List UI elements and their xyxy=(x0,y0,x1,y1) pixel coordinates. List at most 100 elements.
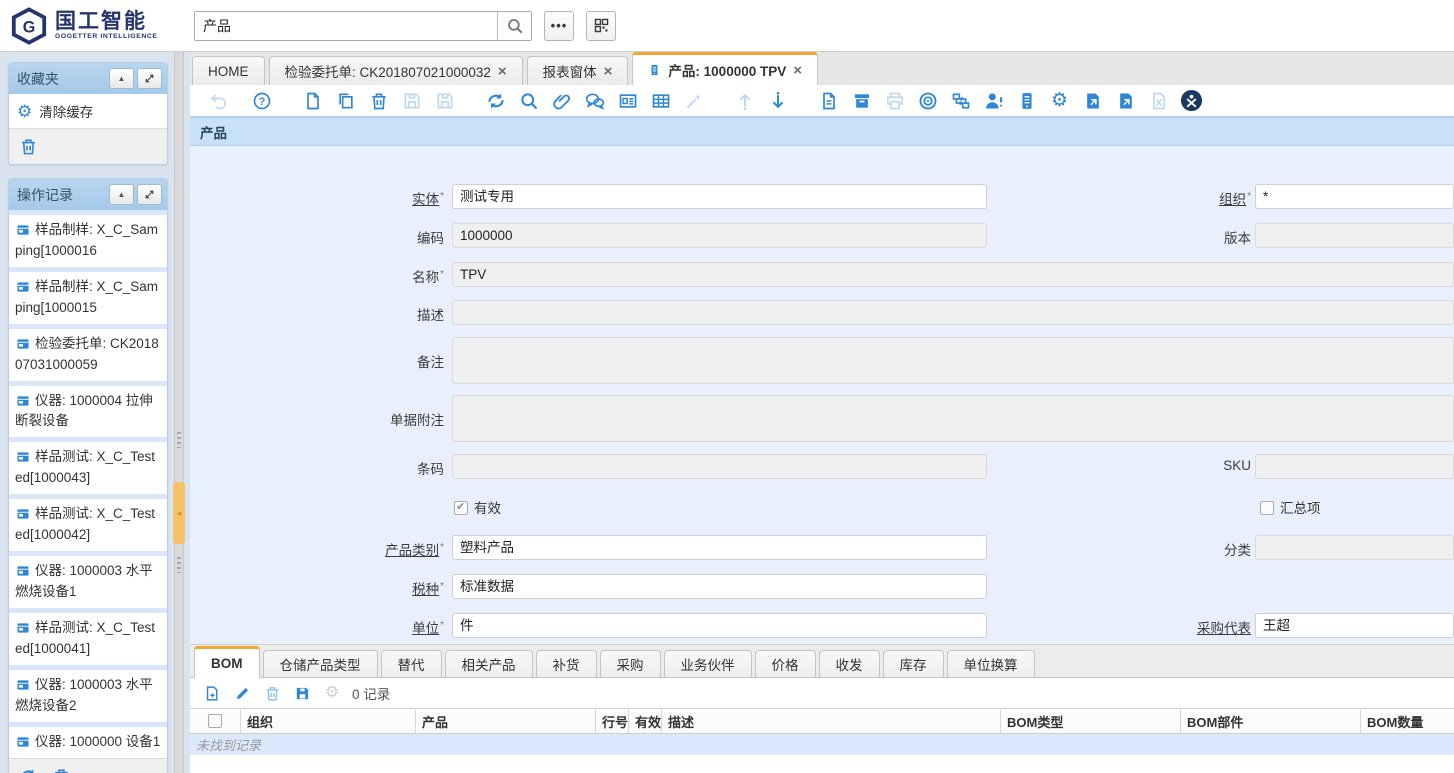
close-icon[interactable]: × xyxy=(793,63,802,78)
trash-icon[interactable] xyxy=(52,767,71,773)
refresh-button[interactable] xyxy=(479,87,512,115)
help-button[interactable] xyxy=(245,87,278,115)
column-header-active[interactable]: 有效 xyxy=(628,709,661,733)
column-header-bom-qty[interactable]: BOM数量 xyxy=(1360,709,1454,733)
more-button[interactable]: ••• xyxy=(544,11,574,41)
workflow-button[interactable] xyxy=(944,87,977,115)
detail-settings-button[interactable]: ⚙ xyxy=(320,681,344,705)
trash-icon[interactable] xyxy=(19,137,38,156)
detail-edit-button[interactable] xyxy=(230,681,254,705)
tab-inspection-order[interactable]: 检验委托单: CK201807021000032× xyxy=(269,56,523,85)
entity-label[interactable]: 实体 xyxy=(412,192,439,207)
history-item[interactable]: 仪器: 1000000 设备1 xyxy=(9,722,167,758)
record-access-button[interactable] xyxy=(911,87,944,115)
settings-button[interactable]: ⚙ xyxy=(1043,87,1076,115)
history-item[interactable]: 样品测试: X_C_Tested[1000042] xyxy=(9,494,167,551)
splitter-bar[interactable] xyxy=(174,52,184,773)
purchase-rep-label[interactable]: 采购代表 xyxy=(1197,621,1251,636)
logout-button[interactable] xyxy=(1175,87,1208,115)
tab-purchasing[interactable]: 采购 xyxy=(600,650,661,677)
tab-substitute[interactable]: 替代 xyxy=(381,650,442,677)
user-contact-button[interactable] xyxy=(977,87,1010,115)
chat-button[interactable] xyxy=(578,87,611,115)
close-icon[interactable]: × xyxy=(604,64,613,79)
clear-cache-item[interactable]: ⚙ 清除缓存 xyxy=(9,94,167,128)
import-file-button[interactable] xyxy=(1109,87,1142,115)
uom-field[interactable]: 件 xyxy=(452,613,987,638)
close-icon[interactable]: × xyxy=(498,64,507,79)
tax-field[interactable]: 标准数据 xyxy=(452,574,987,599)
detail-new-button[interactable] xyxy=(200,681,224,705)
category-field[interactable]: 塑料产品 xyxy=(452,535,987,560)
history-item[interactable]: 样品测试: X_C_Tested[1000041] xyxy=(9,608,167,665)
uom-label[interactable]: 单位 xyxy=(412,621,439,636)
export-file-button[interactable] xyxy=(1076,87,1109,115)
attachment-button[interactable] xyxy=(545,87,578,115)
column-header-product[interactable]: 产品 xyxy=(415,709,595,733)
detail-delete-button[interactable] xyxy=(260,681,284,705)
history-collapse-button[interactable]: ▲ xyxy=(109,184,134,205)
tax-label[interactable]: 税种 xyxy=(412,582,439,597)
history-item[interactable]: 检验委托单: CK201807031000059 xyxy=(9,324,167,381)
find-button[interactable] xyxy=(512,87,545,115)
column-header-description[interactable]: 描述 xyxy=(661,709,1000,733)
history-item[interactable]: 样品制样: X_C_Samping[1000015 xyxy=(9,267,167,324)
history-item[interactable]: 样品测试: X_C_Tested[1000043] xyxy=(9,437,167,494)
excel-export-button[interactable] xyxy=(1142,87,1175,115)
print-button[interactable] xyxy=(878,87,911,115)
purchase-rep-field[interactable]: 王超 xyxy=(1255,613,1454,638)
tab-price[interactable]: 价格 xyxy=(755,650,816,677)
category-label[interactable]: 产品类别 xyxy=(385,543,439,558)
tab-bom[interactable]: BOM xyxy=(194,646,260,678)
favorites-collapse-button[interactable]: ▲ xyxy=(109,68,134,89)
search-input[interactable] xyxy=(195,12,497,40)
archive-button[interactable] xyxy=(845,87,878,115)
detail-save-button[interactable] xyxy=(290,681,314,705)
file-import-icon xyxy=(1116,91,1136,111)
tab-related-product[interactable]: 相关产品 xyxy=(445,650,533,677)
save-button[interactable] xyxy=(395,87,428,115)
org-field[interactable]: * xyxy=(1255,184,1454,209)
column-header-line[interactable]: 行号 xyxy=(595,709,628,733)
column-header-org[interactable]: 组织 xyxy=(240,709,415,733)
delete-record-button[interactable] xyxy=(362,87,395,115)
history-item[interactable]: 仪器: 1000003 水平燃烧设备2 xyxy=(9,665,167,722)
tab-home[interactable]: HOME xyxy=(192,56,265,85)
history-item[interactable]: 仪器: 1000004 拉伸断裂设备 xyxy=(9,381,167,438)
favorites-expand-button[interactable] xyxy=(137,68,162,89)
org-label[interactable]: 组织 xyxy=(1219,192,1246,207)
save-create-button[interactable] xyxy=(428,87,461,115)
process-button[interactable] xyxy=(677,87,710,115)
card-view-button[interactable] xyxy=(611,87,644,115)
entity-field[interactable]: 测试专用 xyxy=(452,184,987,209)
new-record-button[interactable] xyxy=(296,87,329,115)
detail-record-button[interactable] xyxy=(761,87,794,115)
tab-report-window[interactable]: 报表窗体× xyxy=(527,56,629,85)
tab-replenish[interactable]: 补货 xyxy=(536,650,597,677)
history-item[interactable]: 样品制样: X_C_Samping[1000016 xyxy=(9,210,167,267)
splitter-collapse-handle[interactable]: ◂ xyxy=(173,482,185,544)
qr-grid-button[interactable] xyxy=(586,11,616,41)
tab-business-partner[interactable]: 业务伙伴 xyxy=(664,650,752,677)
refresh-icon[interactable] xyxy=(19,767,38,773)
active-checkbox[interactable] xyxy=(454,501,468,515)
undo-button[interactable] xyxy=(202,87,235,115)
tab-receipt-issue[interactable]: 收发 xyxy=(819,650,880,677)
target-icon xyxy=(918,91,938,111)
column-header-bom-part[interactable]: BOM部件 xyxy=(1180,709,1360,733)
device-button[interactable] xyxy=(1010,87,1043,115)
tab-warehouse-product-type[interactable]: 仓储产品类型 xyxy=(263,650,378,677)
summary-checkbox[interactable] xyxy=(1260,501,1274,515)
copy-record-button[interactable] xyxy=(329,87,362,115)
column-header-bom-type[interactable]: BOM类型 xyxy=(1000,709,1180,733)
pdf-export-button[interactable] xyxy=(812,87,845,115)
grid-view-button[interactable] xyxy=(644,87,677,115)
tab-inventory[interactable]: 库存 xyxy=(883,650,944,677)
tab-product[interactable]: 产品: 1000000 TPV× xyxy=(632,52,818,85)
history-item[interactable]: 仪器: 1000003 水平燃烧设备1 xyxy=(9,551,167,608)
select-all-checkbox[interactable] xyxy=(208,714,222,728)
search-button[interactable] xyxy=(497,12,531,40)
history-expand-button[interactable] xyxy=(137,184,162,205)
parent-record-button[interactable] xyxy=(728,87,761,115)
tab-uom-conversion[interactable]: 单位换算 xyxy=(947,650,1035,677)
